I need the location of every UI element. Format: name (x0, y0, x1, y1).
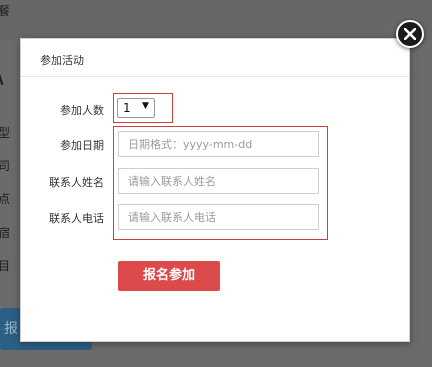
dialog-title: 参加活动 (40, 54, 84, 67)
page-label-3: 点 (0, 192, 11, 206)
date-input[interactable] (118, 131, 319, 157)
contact-phone-input[interactable] (118, 204, 319, 230)
participants-value: 1 (123, 101, 131, 115)
contact-name-input[interactable] (118, 168, 319, 194)
participants-select[interactable]: 1 ▼ (117, 98, 155, 118)
signup-button[interactable]: 报名参加 (118, 261, 220, 291)
page-heading-fragment: \ (0, 56, 3, 89)
page-label-4: 宿 (0, 226, 11, 240)
close-icon (404, 28, 416, 40)
dropdown-arrow-icon: ▼ (142, 101, 149, 111)
contact-phone-label: 联系人电话 (49, 212, 104, 225)
page-header-text: 餐 (0, 4, 11, 18)
participants-label: 参加人数 (60, 104, 104, 117)
page-label-5: 目 (0, 259, 11, 273)
close-button[interactable] (396, 20, 424, 48)
page-label-2: 司 (0, 159, 11, 173)
page-header-bar (0, 0, 432, 40)
date-label: 参加日期 (60, 139, 104, 152)
contact-name-label: 联系人姓名 (49, 176, 104, 189)
page-label-1: 型 (0, 126, 11, 140)
